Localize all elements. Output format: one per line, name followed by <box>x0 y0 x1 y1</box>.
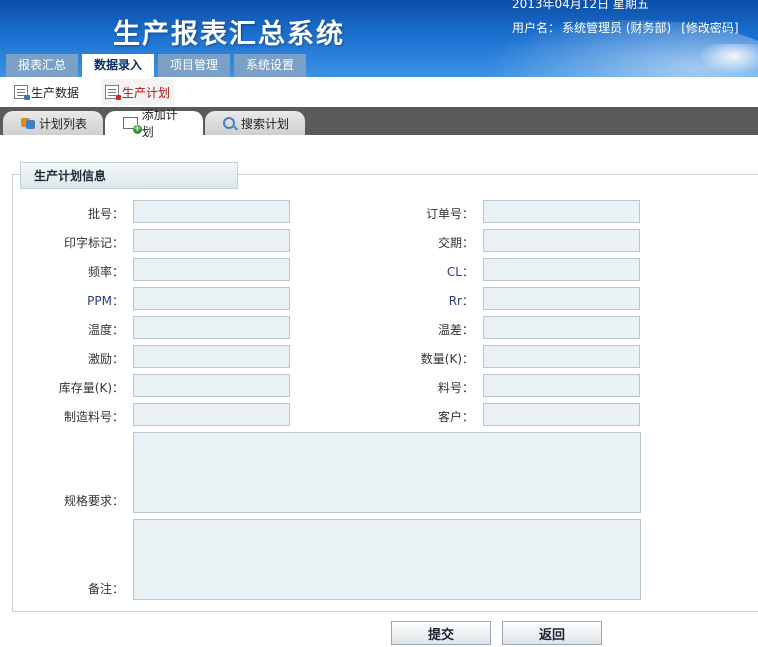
print-mark-input[interactable] <box>133 229 290 252</box>
temp-diff-label: 温差： <box>437 323 474 337</box>
tab-label: 添加计划 <box>141 108 178 139</box>
tab-add-plan[interactable]: 添加计划 <box>105 108 203 139</box>
header-decoration-highlight <box>698 44 758 74</box>
nav-report-summary[interactable]: 报表汇总 <box>6 54 79 77</box>
nav-data-entry[interactable]: 数据录入 <box>82 54 155 77</box>
add-doc-icon <box>123 117 142 134</box>
delivery-input[interactable] <box>483 229 640 252</box>
mfg-material-no-label: 制造料号： <box>63 410 124 424</box>
temp-diff-input[interactable] <box>483 316 640 339</box>
tab-strip: 计划列表 添加计划 搜索计划 <box>0 107 758 139</box>
customer-input[interactable] <box>483 403 640 426</box>
app-header: 生产报表汇总系统 2013年04月12日 星期五 用户名： 系统管理员 (财务部)… <box>0 0 758 77</box>
change-password-link[interactable]: [修改密码] <box>681 21 738 35</box>
stock-input[interactable] <box>133 374 290 397</box>
excitation-input[interactable] <box>133 345 290 368</box>
current-date: 2013年04月12日 星期五 <box>512 0 649 11</box>
user-name: 系统管理员 (财务部) <box>562 21 672 35</box>
submit-button[interactable]: 提交 <box>391 621 491 645</box>
rr-input[interactable] <box>483 287 640 310</box>
rr-label: Rr： <box>448 294 474 308</box>
ppm-label: PPM： <box>87 294 124 308</box>
user-info: 用户名： 系统管理员 (财务部) [修改密码] <box>512 19 739 36</box>
user-label: 用户名： <box>512 21 561 35</box>
customer-label: 客户： <box>437 410 474 424</box>
mfg-material-no-input[interactable] <box>133 403 290 426</box>
sub-nav: 生产数据 生产计划 <box>0 77 758 107</box>
nav-system-settings[interactable]: 系统设置 <box>234 54 307 77</box>
list-icon <box>21 117 35 129</box>
temperature-input[interactable] <box>133 316 290 339</box>
sub-nav-production-plan[interactable]: 生产计划 <box>101 79 175 105</box>
spec-textarea[interactable] <box>133 432 641 513</box>
print-mark-label: 印字标记： <box>63 236 124 250</box>
tab-label: 计划列表 <box>39 116 88 131</box>
spec-label: 规格要求： <box>63 494 124 508</box>
ppm-input[interactable] <box>133 287 290 310</box>
panel-title: 生产计划信息 <box>20 162 238 189</box>
material-no-input[interactable] <box>483 374 640 397</box>
app-title: 生产报表汇总系统 <box>113 19 345 50</box>
quantity-input[interactable] <box>483 345 640 368</box>
frequency-label: 频率： <box>87 265 124 279</box>
cl-label: CL： <box>446 265 474 279</box>
tab-plan-list[interactable]: 计划列表 <box>3 111 103 135</box>
remark-textarea[interactable] <box>133 519 641 600</box>
temperature-label: 温度： <box>87 323 124 337</box>
frequency-input[interactable] <box>133 258 290 281</box>
excitation-label: 激励： <box>87 352 124 366</box>
sub-nav-label: 生产计划 <box>122 85 171 100</box>
tab-search-plan[interactable]: 搜索计划 <box>205 111 305 135</box>
search-icon <box>223 117 235 129</box>
main-nav: 报表汇总 数据录入 项目管理 系统设置 <box>6 54 307 77</box>
sub-nav-production-data[interactable]: 生产数据 <box>10 79 83 105</box>
batch-no-input[interactable] <box>133 200 290 223</box>
cl-input[interactable] <box>483 258 640 281</box>
sub-nav-label: 生产数据 <box>31 85 80 100</box>
stock-label: 库存量(K)： <box>58 381 124 395</box>
order-no-label: 订单号： <box>425 207 474 221</box>
doc-icon <box>14 85 30 100</box>
tab-label: 搜索计划 <box>241 116 290 131</box>
order-no-input[interactable] <box>483 200 640 223</box>
doc-icon <box>105 85 122 100</box>
quantity-label: 数量(K)： <box>420 352 474 366</box>
nav-project-management[interactable]: 项目管理 <box>158 54 231 77</box>
delivery-label: 交期： <box>437 236 474 250</box>
back-button[interactable]: 返回 <box>502 621 602 645</box>
remark-label: 备注： <box>87 582 124 596</box>
material-no-label: 料号： <box>437 381 474 395</box>
batch-no-label: 批号： <box>87 207 124 221</box>
